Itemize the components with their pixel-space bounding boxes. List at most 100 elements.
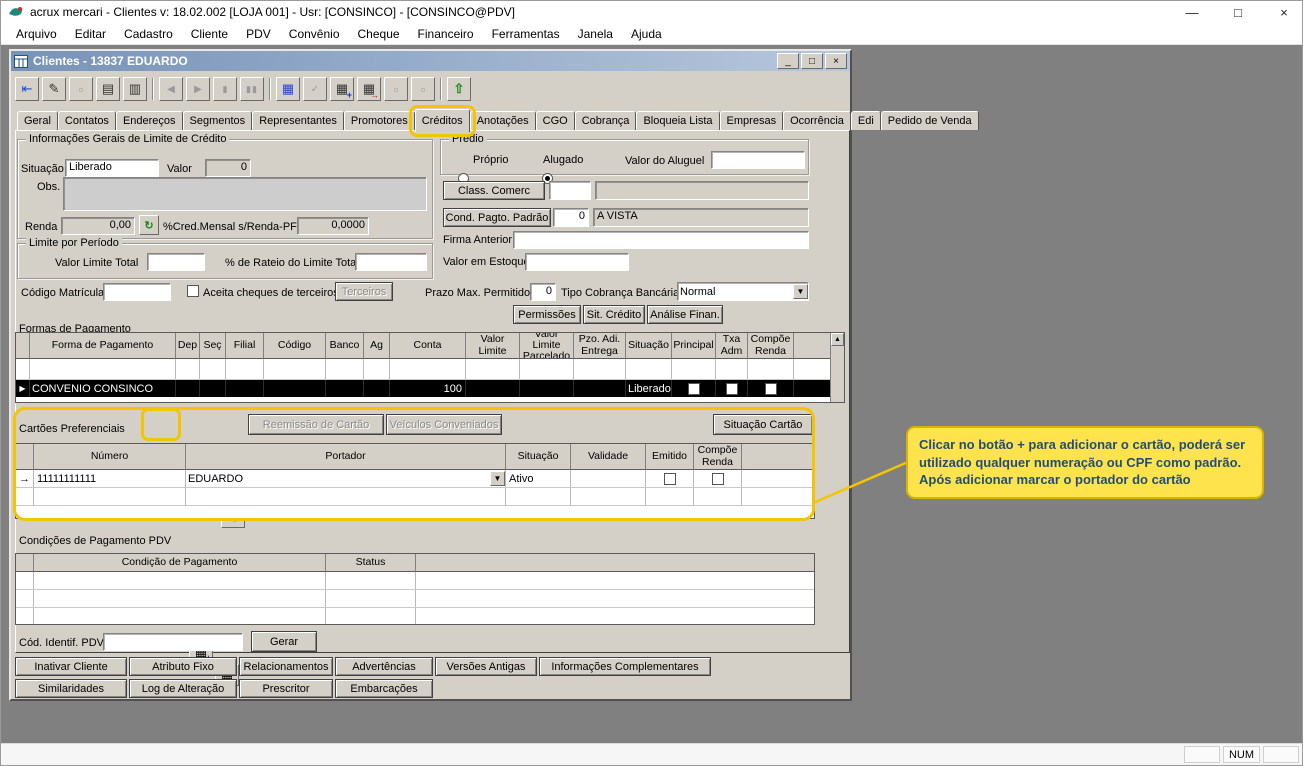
col-validade[interactable]: Validade <box>571 444 646 470</box>
print-icon[interactable]: ▥ <box>123 77 147 101</box>
col-valor-limite[interactable]: Valor Limite <box>466 333 520 359</box>
empty-slot2-icon[interactable]: ▫ <box>384 77 408 101</box>
cond-pagto-button[interactable]: Cond. Pagto. Padrão <box>443 208 551 227</box>
valor-limite-total-field[interactable] <box>147 253 205 271</box>
menu-janela[interactable]: Janela <box>569 24 622 44</box>
edit-pen-icon[interactable]: ✎ <box>42 77 66 101</box>
relacionamentos-button[interactable]: Relacionamentos <box>239 657 333 676</box>
col-sec[interactable]: Seç <box>200 333 226 359</box>
col-banco[interactable]: Banco <box>326 333 364 359</box>
menu-ajuda[interactable]: Ajuda <box>622 24 671 44</box>
similaridades-button[interactable]: Similaridades <box>15 679 127 698</box>
firma-anterior-field[interactable] <box>513 231 809 249</box>
col-valor-limite-parcelado[interactable]: Valor Limite Parcelado <box>520 333 574 359</box>
col-forma-pagamento[interactable]: Forma de Pagamento <box>30 333 176 359</box>
confirm-icon[interactable]: ✓ <box>303 77 327 101</box>
menu-financeiro[interactable]: Financeiro <box>409 24 483 44</box>
menu-cheque[interactable]: Cheque <box>349 24 409 44</box>
chevron-down-icon[interactable]: ▼ <box>490 471 505 486</box>
cond-pagto-desc-field[interactable]: A VISTA <box>593 208 809 227</box>
advertencias-button[interactable]: Advertências <box>335 657 433 676</box>
chevron-down-icon[interactable]: ▼ <box>793 284 808 299</box>
analise-finan-button[interactable]: Análise Finan. <box>647 305 723 324</box>
close-icon[interactable]: × <box>1274 5 1294 20</box>
col-compoe-renda-cartao[interactable]: Compõe Renda <box>694 444 742 470</box>
col-compoe-renda[interactable]: Compõe Renda <box>748 333 794 359</box>
child-titlebar[interactable]: Clientes - 13837 EDUARDO _ □ × <box>11 51 850 71</box>
cartoes-grid[interactable]: Número Portador Situação Validade Emitid… <box>15 443 815 519</box>
aceita-cheques-checkbox[interactable] <box>187 285 199 297</box>
tab-segmentos[interactable]: Segmentos <box>183 111 253 130</box>
menu-arquivo[interactable]: Arquivo <box>7 24 66 44</box>
menu-convenio[interactable]: Convênio <box>280 24 349 44</box>
cartoes-data-row[interactable]: → 11111111111 EDUARDO ▼ Ativo <box>16 470 814 488</box>
maximize-icon[interactable]: □ <box>1228 5 1248 20</box>
prescritor-button[interactable]: Prescritor <box>239 679 333 698</box>
gerar-button[interactable]: Gerar <box>251 631 317 652</box>
tab-geral[interactable]: Geral <box>17 111 58 130</box>
scroll-up-icon[interactable]: ▲ <box>831 333 844 346</box>
atributo-fixo-button[interactable]: Atributo Fixo <box>129 657 237 676</box>
valor-field[interactable]: 0 <box>205 159 251 177</box>
class-comerc-code-field[interactable] <box>549 181 591 200</box>
tab-ocorrencia[interactable]: Ocorrência <box>783 111 851 130</box>
empty-slot-icon[interactable]: ▫ <box>69 77 93 101</box>
tab-bloqueia-lista[interactable]: Bloqueia Lista <box>636 111 719 130</box>
col-pzo-adi-entrega[interactable]: Pzo. Adi. Entrega <box>574 333 626 359</box>
col-situacao[interactable]: Situação <box>626 333 672 359</box>
tab-edi[interactable]: Edi <box>851 111 881 130</box>
tab-pedido-venda[interactable]: Pedido de Venda <box>881 111 979 130</box>
class-comerc-button[interactable]: Class. Comerc <box>443 181 545 200</box>
principal-checkbox[interactable]: ✓ <box>688 383 700 395</box>
menu-cadastro[interactable]: Cadastro <box>115 24 182 44</box>
terceiros-button[interactable]: Terceiros <box>335 282 393 301</box>
col-principal[interactable]: Principal <box>672 333 716 359</box>
inativar-cliente-button[interactable]: Inativar Cliente <box>15 657 127 676</box>
col-conta[interactable]: Conta <box>390 333 466 359</box>
situacao-field[interactable]: Liberado <box>65 159 159 177</box>
recalc-renda-icon[interactable]: ↻ <box>139 215 159 235</box>
situacao-cartao-button[interactable]: Situação Cartão <box>713 414 813 435</box>
col-emitido[interactable]: Emitido <box>646 444 694 470</box>
txa-adm-checkbox[interactable] <box>726 383 738 395</box>
menu-editar[interactable]: Editar <box>66 24 115 44</box>
obs-field[interactable] <box>63 177 427 211</box>
formas-selected-row[interactable]: ▶ CONVENIO CONSINCO 100 Liberado ✓ <box>16 380 830 397</box>
informacoes-complementares-button[interactable]: Informações Complementares <box>539 657 711 676</box>
col-situacao-cartao[interactable]: Situação <box>506 444 571 470</box>
add-record-icon[interactable]: ▦ + <box>330 77 354 101</box>
nav-pause-icon[interactable]: ▮▮ <box>240 77 264 101</box>
valor-aluguel-field[interactable] <box>711 151 805 169</box>
valor-estoque-field[interactable] <box>525 253 629 271</box>
rateio-field[interactable] <box>355 253 427 271</box>
formas-pagamento-grid[interactable]: ▲ Forma de Pagamento Dep Seç Filial Códi… <box>15 332 845 403</box>
col-numero[interactable]: Número <box>34 444 186 470</box>
veiculos-conveniados-button[interactable]: Veículos Conveniados <box>386 414 502 435</box>
col-condicao-pagamento[interactable]: Condição de Pagamento <box>34 554 326 572</box>
nav-prior-icon[interactable]: ◀ <box>159 77 183 101</box>
tab-promotores[interactable]: Promotores <box>344 111 415 130</box>
col-codigo[interactable]: Código <box>264 333 326 359</box>
empty-slot3-icon[interactable]: ▫ <box>411 77 435 101</box>
compoe-renda-checkbox[interactable] <box>765 383 777 395</box>
tab-contatos[interactable]: Contatos <box>58 111 116 130</box>
versoes-antigas-button[interactable]: Versões Antigas <box>435 657 537 676</box>
codigo-matricula-field[interactable] <box>103 283 171 301</box>
col-filial[interactable]: Filial <box>226 333 264 359</box>
sit-credito-button[interactable]: Sit. Crédito <box>583 305 645 324</box>
tab-cobranca[interactable]: Cobrança <box>575 111 637 130</box>
tab-creditos[interactable]: Créditos <box>415 109 470 132</box>
nav-stop-icon[interactable]: ▮ <box>213 77 237 101</box>
child-minimize-icon[interactable]: _ <box>777 53 799 69</box>
browse-grid-icon[interactable]: ▦ <box>276 77 300 101</box>
col-portador[interactable]: Portador <box>186 444 506 470</box>
cod-identif-pdv-field[interactable] <box>103 633 243 651</box>
tab-cgo[interactable]: CGO <box>536 111 575 130</box>
cell-portador-select[interactable]: EDUARDO ▼ <box>186 470 506 487</box>
tab-empresas[interactable]: Empresas <box>720 111 784 130</box>
child-restore-icon[interactable]: □ <box>801 53 823 69</box>
prazo-max-field[interactable]: 0 <box>530 283 556 301</box>
tab-representantes[interactable]: Representantes <box>252 111 344 130</box>
col-dep[interactable]: Dep <box>176 333 200 359</box>
minimize-icon[interactable]: — <box>1182 5 1202 20</box>
